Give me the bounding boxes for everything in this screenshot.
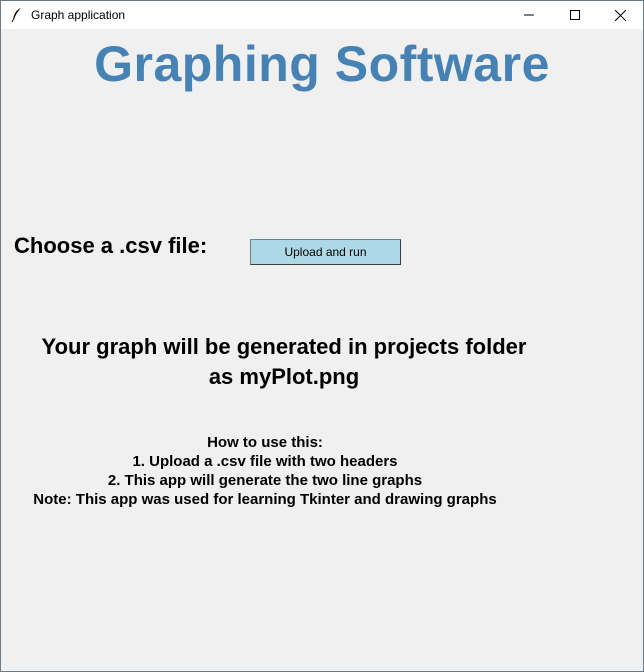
main-content: Graphing Software Choose a .csv file: Up… [1,29,643,671]
minimize-button[interactable] [506,1,552,29]
title-bar[interactable]: Graph application [1,1,643,29]
upload-and-run-button[interactable]: Upload and run [250,239,401,265]
maximize-button[interactable] [552,1,598,29]
page-title: Graphing Software [94,36,550,92]
maximize-icon [570,10,580,20]
choose-file-label: Choose a .csv file: [14,233,208,258]
output-info-line-2: as myPlot.png [208,364,360,389]
window-title: Graph application [31,8,126,22]
app-window: Graph application Graphing Software Choo… [0,0,644,672]
close-button[interactable] [597,1,643,29]
close-icon [614,9,626,21]
instruction-step-1: 1. Upload a .csv file with two headers [132,453,398,470]
instruction-note: Note: This app was used for learning Tki… [33,491,497,508]
feather-icon [11,7,23,23]
instructions-heading: How to use this: [207,434,323,451]
output-info-line-1: Your graph will be generated in projects… [41,334,527,359]
instruction-step-2: 2. This app will generate the two line g… [107,472,423,489]
minimize-icon [524,14,534,16]
